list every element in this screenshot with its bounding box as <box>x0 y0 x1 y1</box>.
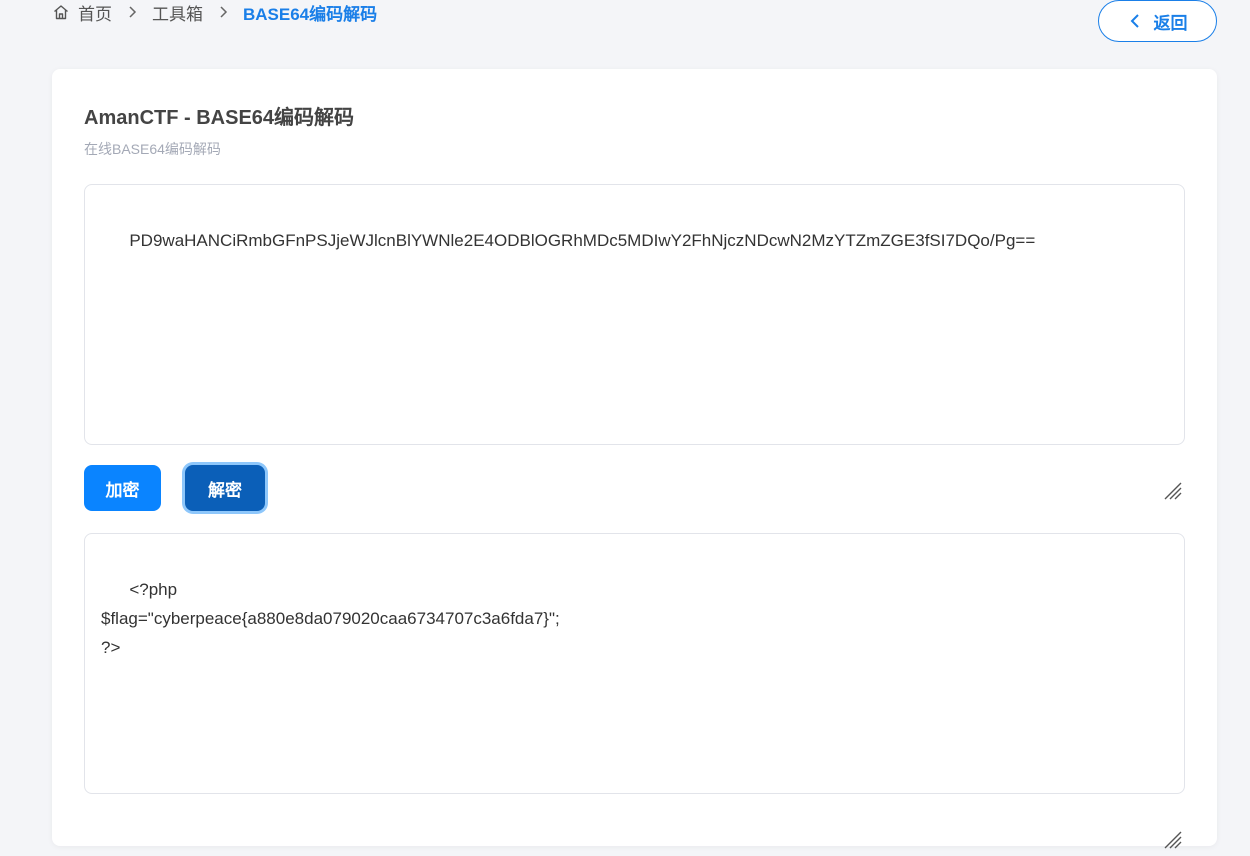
base64-input-value: PD9waHANCiRmbGFnPSJjeWJlcnBlYWNle2E4ODBl… <box>129 231 1036 250</box>
page-subtitle: 在线BASE64编码解码 <box>84 141 221 157</box>
breadcrumb-current: BASE64编码解码 <box>243 4 378 24</box>
base64-input[interactable]: PD9waHANCiRmbGFnPSJjeWJlcnBlYWNle2E4ODBl… <box>84 184 1185 500</box>
result-output[interactable]: <?php $flag="cyberpeace{a880e8da079020ca… <box>84 533 1185 849</box>
encode-button[interactable]: 加密 <box>84 465 161 511</box>
home-icon[interactable] <box>52 3 70 21</box>
chevron-right-icon <box>124 4 140 20</box>
breadcrumb: 首页 工具箱 BASE64编码解码 <box>52 0 377 24</box>
breadcrumb-home[interactable]: 首页 <box>78 0 112 25</box>
decode-button[interactable]: 解密 <box>185 465 265 511</box>
tool-card: AmanCTF - BASE64编码解码 在线BASE64编码解码 PD9waH… <box>52 69 1217 849</box>
result-output-value: <?php $flag="cyberpeace{a880e8da079020ca… <box>101 580 560 657</box>
page: 首页 工具箱 BASE64编码解码 返回 AmanCTF - BASE64编码解… <box>0 0 1250 856</box>
page-title: AmanCTF - BASE64编码解码 <box>84 107 355 129</box>
chevron-left-icon <box>1128 13 1142 29</box>
resize-handle-icon[interactable] <box>1160 420 1182 500</box>
resize-handle-icon[interactable] <box>1160 769 1182 849</box>
back-button[interactable]: 返回 <box>1098 0 1217 42</box>
back-button-label: 返回 <box>1153 13 1188 33</box>
chevron-right-icon <box>215 4 231 20</box>
breadcrumb-toolbox[interactable]: 工具箱 <box>152 0 203 25</box>
